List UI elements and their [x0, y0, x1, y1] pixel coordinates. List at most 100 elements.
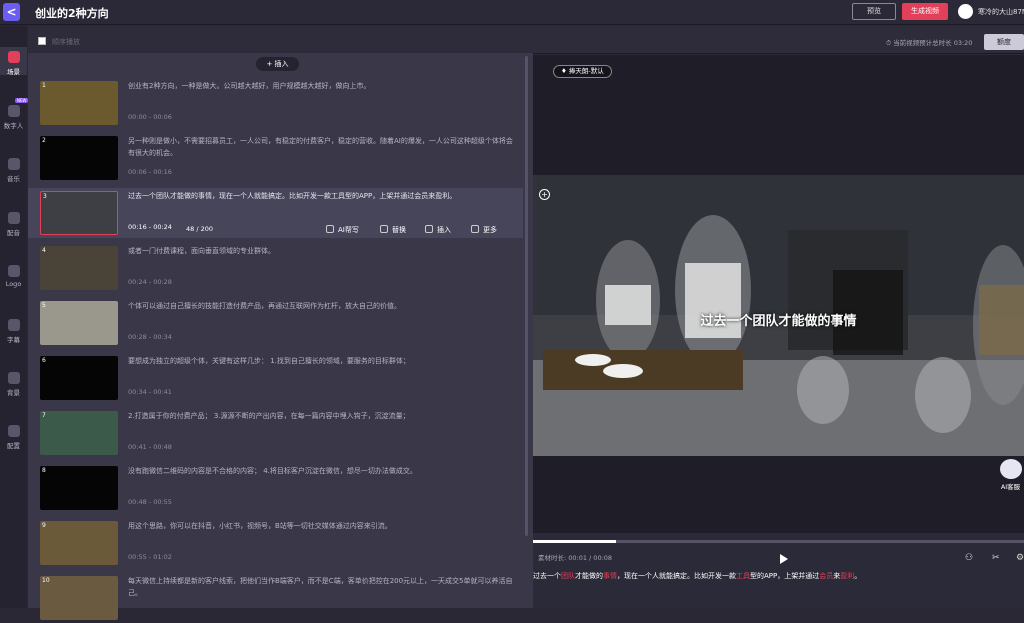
- segment-text[interactable]: 每天微信上持续都是新的客户线索，把他们当作B端客户，而不是C端，客单价把控在20…: [128, 575, 518, 599]
- segment-text[interactable]: 个体可以通过自己擅长的技能打造付费产品，再通过互联网作为杠杆，放大自己的价值。: [128, 300, 518, 312]
- add-circle-icon[interactable]: +: [539, 189, 550, 200]
- sidebar-item-0[interactable]: 场景: [0, 47, 27, 76]
- caption-keyword: 盈利: [840, 572, 855, 580]
- scene-icon: [7, 51, 20, 63]
- preview-button[interactable]: 预览: [852, 3, 896, 20]
- username[interactable]: 寒冷的大山87N: [978, 7, 1024, 17]
- segment-time: 00:28 - 00:34: [128, 333, 172, 341]
- segment-number: 10: [42, 577, 50, 584]
- sidebar-item-6[interactable]: 背景: [0, 368, 27, 397]
- segment-time: 00:48 - 00:55: [128, 498, 172, 506]
- insert-segment-button-label: 插入: [437, 226, 451, 234]
- more-icon: [471, 225, 479, 233]
- sidebar-item-3[interactable]: 配音: [0, 208, 27, 237]
- material-time: 素材时长: 00:01 / 00:08: [538, 554, 613, 562]
- segment-thumbnail[interactable]: 7: [40, 411, 118, 455]
- insert-button[interactable]: + 插入: [256, 57, 299, 71]
- segment-row[interactable]: 5 个体可以通过自己擅长的技能打造付费产品，再通过互联网作为杠杆，放大自己的价值。…: [28, 298, 523, 348]
- segment-time: 00:06 - 00:16: [128, 168, 172, 176]
- sidebar-item-4[interactable]: Logo: [0, 261, 27, 289]
- segment-text[interactable]: 用这个思路，你可以在抖音，小红书，视频号，B站等一切社交媒体通过内容来引流。: [128, 520, 518, 532]
- segment-row[interactable]: 1 创业有2种方向，一种是做大。公司越大越好，用户规模越大越好，做向上市。 00:0…: [28, 78, 523, 128]
- segment-time: 00:41 - 00:48: [128, 443, 172, 451]
- segment-thumbnail[interactable]: 1: [40, 81, 118, 125]
- more-button[interactable]: 更多: [471, 225, 497, 235]
- sidebar-item-label: 背景: [7, 389, 20, 397]
- ai-rewrite-button-label: AI帮写: [338, 226, 359, 234]
- amount-button[interactable]: 额度: [984, 34, 1024, 50]
- caption-text[interactable]: 过去一个团队才能做的事情，现在一个人就能搞定。比如开发一款工具型的APP，上架并…: [533, 571, 1024, 581]
- segment-text[interactable]: 没有跑微信二维码的内容是不合格的内容； 4.将目标客户沉淀在微信，想尽一切办法做…: [128, 465, 518, 477]
- segment-number: 8: [42, 467, 46, 474]
- segment-row[interactable]: 8 没有跑微信二维码的内容是不合格的内容； 4.将目标客户沉淀在微信，想尽一切办法…: [28, 463, 523, 513]
- ai-service-button[interactable]: AI客服: [997, 459, 1024, 491]
- digital-human-icon: [7, 105, 20, 117]
- order-play-checkbox[interactable]: [38, 37, 46, 45]
- settings-icon[interactable]: ⚙: [1016, 553, 1024, 563]
- segment-row[interactable]: 3 过去一个团队才能做的事情，现在一个人就能搞定。比如开发一款工具型的APP，上架…: [28, 188, 523, 238]
- segment-thumbnail[interactable]: 6: [40, 356, 118, 400]
- list-header: 顺序播放: [28, 26, 533, 53]
- segment-row[interactable]: 7 2.打造属于你的付费产品； 3.源源不断的产出内容，在每一篇内容中埋入钩子，沉…: [28, 408, 523, 458]
- insert-icon: [425, 225, 433, 233]
- segment-thumbnail[interactable]: 8: [40, 466, 118, 510]
- ai-rewrite-button[interactable]: AI帮写: [326, 225, 359, 235]
- segment-thumbnail[interactable]: 2: [40, 136, 118, 180]
- segment-thumbnail[interactable]: 4: [40, 246, 118, 290]
- segment-thumbnail[interactable]: 3: [40, 191, 118, 235]
- segment-text[interactable]: 2.打造属于你的付费产品； 3.源源不断的产出内容，在每一篇内容中埋入钩子，沉淀…: [128, 410, 518, 422]
- progress-bar[interactable]: [533, 540, 1024, 543]
- segment-thumbnail[interactable]: 10: [40, 576, 118, 620]
- caption-keyword: 事情: [603, 572, 617, 580]
- scissors-icon[interactable]: ✂: [992, 553, 1000, 563]
- caption-segment: 。: [854, 572, 862, 580]
- segment-number: 2: [42, 137, 46, 144]
- top-bar: < 创业的2种方向 预览 生成视频 寒冷的大山87N: [0, 0, 1024, 25]
- replace-button[interactable]: 替换: [380, 225, 406, 235]
- segment-text[interactable]: 另一种则是做小，不需要招募员工，一人公司，有稳定的付费客户，稳定的营收。随着AI…: [128, 135, 518, 159]
- sidebar-item-label: 配音: [7, 229, 20, 237]
- sidebar-item-5[interactable]: 字幕: [0, 315, 27, 344]
- segment-thumbnail[interactable]: 9: [40, 521, 118, 565]
- list-scrollbar[interactable]: [525, 56, 528, 536]
- segment-text[interactable]: 创业有2种方向，一种是做大。公司越大越好，用户规模越大越好，做向上市。: [128, 80, 518, 92]
- segment-row[interactable]: 4 或者一门付费课程，面向垂直领域的专业群体。 00:24 - 00:28: [28, 243, 523, 293]
- duration-estimate: ⏱ 当前视频预计总时长 03:20: [886, 39, 973, 47]
- sidebar-item-2[interactable]: 音乐: [0, 154, 27, 183]
- user-mic-icon[interactable]: ⚇: [965, 553, 973, 563]
- segment-number: 9: [42, 522, 46, 529]
- segment-number: 3: [43, 193, 47, 200]
- insert-segment-button[interactable]: 插入: [425, 225, 451, 235]
- generate-video-button[interactable]: 生成视频: [902, 3, 948, 20]
- sidebar-item-1[interactable]: NEW 数字人: [0, 98, 29, 130]
- sidebar-item-label: 音乐: [7, 175, 20, 183]
- video-subtitle[interactable]: 过去一个团队才能做的事情: [533, 310, 1024, 329]
- sidebar-item-label: 配置: [7, 442, 20, 450]
- page-title: 创业的2种方向: [35, 7, 109, 20]
- segment-row[interactable]: 2 另一种则是做小，不需要招募员工，一人公司，有稳定的付费客户，稳定的营收。随着A…: [28, 133, 523, 183]
- segment-row[interactable]: 6 要想成为独立的超级个体，关键有这样几步： 1.找到自己擅长的领域，要服务的目标…: [28, 353, 523, 403]
- music-icon: [7, 158, 20, 170]
- caption-segment: 过去一个: [533, 572, 561, 580]
- segment-time: 00:34 - 00:41: [128, 388, 172, 396]
- segment-thumbnail[interactable]: 5: [40, 301, 118, 345]
- segment-text[interactable]: 要想成为独立的超级个体，关键有这样几步： 1.找到自己擅长的领域，要服务的目标群…: [128, 355, 518, 367]
- back-button[interactable]: <: [3, 3, 20, 21]
- play-icon[interactable]: [780, 554, 788, 564]
- caption-keyword: 团队: [561, 572, 575, 580]
- ai-service-label: AI客服: [1000, 483, 1021, 491]
- segment-number: 5: [42, 302, 46, 309]
- segment-text[interactable]: 或者一门付费课程，面向垂直领域的专业群体。: [128, 245, 518, 257]
- segment-number: 4: [42, 247, 46, 254]
- segment-text[interactable]: 过去一个团队才能做的事情，现在一个人就能搞定。比如开发一款工具型的APP，上架并…: [128, 190, 518, 202]
- sidebar-item-label: Logo: [5, 280, 22, 288]
- voice-label: 捧天朗-默认: [568, 67, 604, 75]
- avatar[interactable]: [958, 4, 973, 19]
- segment-row[interactable]: 9 用这个思路，你可以在抖音，小红书，视频号，B站等一切社交媒体通过内容来引流。 0…: [28, 518, 523, 568]
- sidebar-item-7[interactable]: 配置: [0, 421, 27, 450]
- voice-selector[interactable]: ♦ 捧天朗-默认: [553, 65, 612, 78]
- segment-row[interactable]: 10 每天微信上持续都是新的客户线索，把他们当作B端客户，而不是C端，客单价把控在…: [28, 573, 523, 623]
- segment-time: 00:55 - 01:02: [128, 553, 172, 561]
- segment-time: 00:00 - 00:06: [128, 113, 172, 121]
- segment-time: 00:24 - 00:28: [128, 278, 172, 286]
